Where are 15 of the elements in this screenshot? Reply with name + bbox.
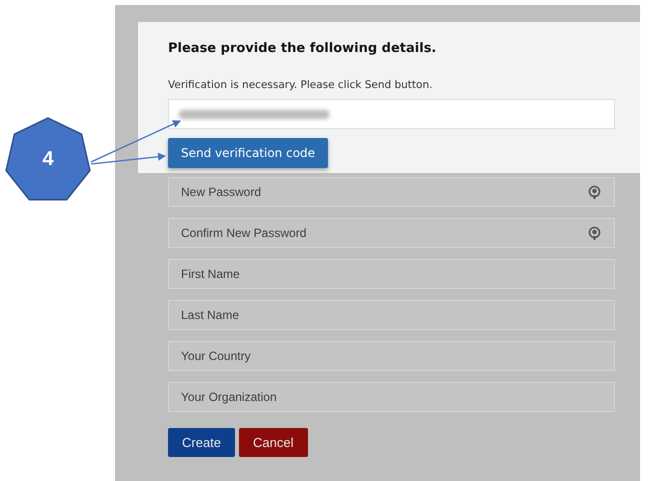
input-field[interactable]: Your Country (168, 341, 615, 372)
input-field[interactable]: Your Organization (168, 382, 615, 412)
input-field[interactable]: Last Name (168, 300, 615, 330)
reveal-icon[interactable] (588, 226, 601, 240)
step-number: 4 (41, 147, 55, 171)
email-field[interactable] (168, 99, 615, 130)
input-field[interactable]: First Name (168, 259, 615, 290)
input-field[interactable]: New Password (168, 177, 615, 208)
send-verification-button[interactable]: Send verification code (168, 138, 328, 168)
form-title: Please provide the following details. (168, 40, 438, 58)
input-field[interactable]: Confirm New Password (168, 218, 615, 248)
reveal-icon[interactable] (588, 185, 601, 200)
create-button[interactable]: Create (168, 428, 236, 458)
cancel-button[interactable]: Cancel (239, 428, 308, 458)
instruction-text: Verification is necessary. Please click Send button. (168, 78, 434, 92)
